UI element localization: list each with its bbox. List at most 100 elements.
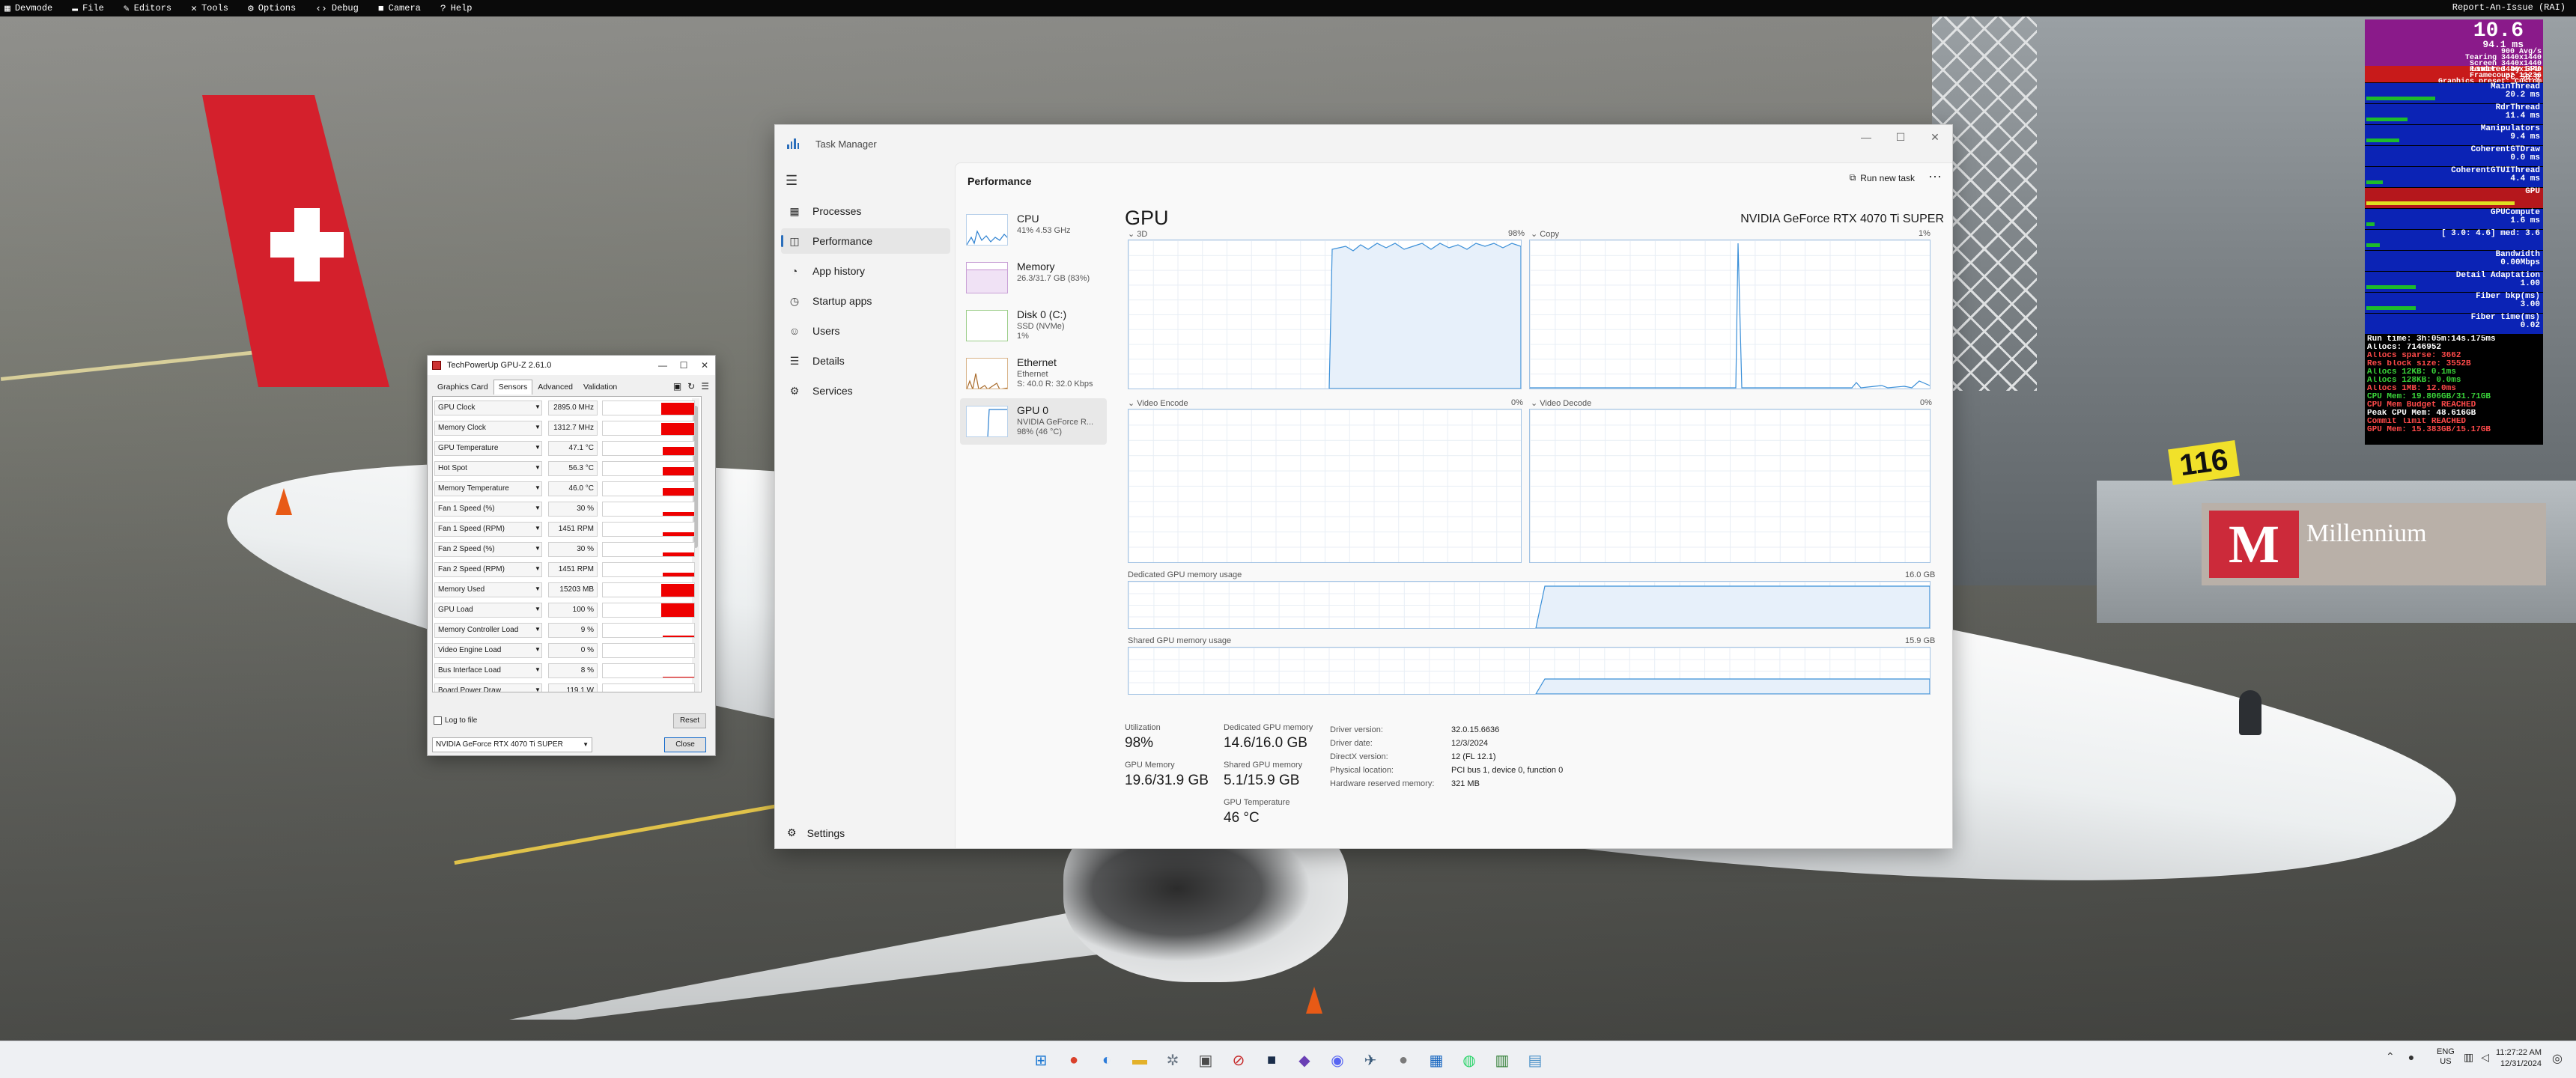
- gpu-select-dropdown[interactable]: NVIDIA GeForce RTX 4070 Ti SUPER ▼: [432, 737, 592, 752]
- sensor-value: 47.1 °C: [548, 441, 598, 456]
- close-button[interactable]: ✕: [1918, 125, 1952, 149]
- chevron-up-icon[interactable]: ⌃: [2386, 1050, 2395, 1063]
- menu-options[interactable]: ⚙ Options: [248, 3, 296, 14]
- gpu-title: GPU: [1125, 207, 1169, 229]
- gpuz-close-action-button[interactable]: Close: [664, 737, 706, 752]
- app-purple-icon[interactable]: ◆: [1292, 1048, 1316, 1072]
- sidebar-item-processes[interactable]: ▦ Processes: [781, 198, 950, 224]
- menu-tools[interactable]: ✕ Tools: [191, 3, 228, 14]
- graph-3d-label[interactable]: ⌄ 3D: [1128, 229, 1147, 239]
- app-icon[interactable]: ▣: [1194, 1048, 1218, 1072]
- task-manager-titlebar[interactable]: Task Manager — ☐ ✕: [775, 125, 1952, 162]
- perf-item-disk[interactable]: Disk 0 (C:) SSD (NVMe) 1%: [960, 302, 1107, 349]
- run-new-task-button[interactable]: ⧉ Run new task: [1850, 172, 1915, 183]
- report-issue-link[interactable]: Report-An-Issue (RAI): [2452, 2, 2566, 13]
- maximize-button[interactable]: ☐: [1883, 125, 1918, 149]
- edge-icon[interactable]: ◐: [1095, 1048, 1119, 1072]
- perf-item-cpu[interactable]: CPU 41% 4.53 GHz: [960, 207, 1107, 253]
- notification-bell-icon[interactable]: ◎: [2552, 1051, 2563, 1066]
- sidebar-item-users[interactable]: ☺ Users: [781, 318, 950, 344]
- sensor-dropdown-icon[interactable]: ▼: [535, 404, 541, 410]
- app-green-icon[interactable]: ▥: [1490, 1048, 1514, 1072]
- sensor-dropdown-icon[interactable]: ▼: [535, 424, 541, 430]
- microphone-icon[interactable]: ●: [2408, 1051, 2414, 1063]
- sensor-graph: [602, 461, 695, 476]
- app-blue-icon[interactable]: ▦: [1424, 1048, 1448, 1072]
- app-gallery-icon[interactable]: ▤: [1523, 1048, 1547, 1072]
- gpuz-minimize-button[interactable]: —: [652, 356, 673, 375]
- gpuz-maximize-button[interactable]: ☐: [673, 356, 694, 375]
- file-explorer-icon[interactable]: ▬: [1128, 1048, 1152, 1072]
- processes-icon: ▦: [789, 204, 800, 217]
- language-indicator[interactable]: ENG US: [2437, 1047, 2455, 1067]
- sensor-dropdown-icon[interactable]: ▼: [535, 545, 541, 552]
- sensor-dropdown-icon[interactable]: ▼: [535, 505, 541, 511]
- hamburger-menu-icon[interactable]: ☰: [786, 173, 798, 189]
- chrome-icon[interactable]: ●: [1062, 1048, 1086, 1072]
- graph-decode-label[interactable]: ⌄ Video Decode: [1531, 398, 1591, 408]
- app-plane-icon[interactable]: ✈: [1358, 1048, 1382, 1072]
- more-options-icon[interactable]: ⋯: [1928, 169, 1942, 185]
- sensor-dropdown-icon[interactable]: ▼: [535, 484, 541, 491]
- perf-item-gpu[interactable]: GPU 0 NVIDIA GeForce R... 98% (46 °C): [960, 398, 1107, 445]
- gpuz-close-button[interactable]: ✕: [694, 356, 715, 375]
- settings-icon[interactable]: ✲: [1161, 1048, 1185, 1072]
- reset-button[interactable]: Reset: [673, 713, 706, 728]
- whatsapp-icon[interactable]: ◍: [1457, 1048, 1481, 1072]
- tab-sensors[interactable]: Sensors: [493, 380, 533, 395]
- menu-camera[interactable]: ■ Camera: [378, 3, 421, 14]
- graph-3d-pct: 98%: [1508, 229, 1525, 238]
- sidebar-item-startup-apps[interactable]: ◷ Startup apps: [781, 288, 950, 314]
- sidebar-item-details[interactable]: ☰ Details: [781, 348, 950, 374]
- info-line: Commit limit REACHED: [2367, 418, 2467, 426]
- menu-devmode[interactable]: ▦ Devmode: [4, 3, 52, 14]
- thread-timings: MainThread 20.2 ms RdrThread 11.4 ms Manipul…: [2365, 82, 2543, 334]
- minimize-button[interactable]: —: [1849, 125, 1883, 149]
- app-grey-icon[interactable]: ●: [1391, 1048, 1415, 1072]
- clock[interactable]: 11:27:22 AM 12/31/2024: [2494, 1047, 2542, 1070]
- sensor-dropdown-icon[interactable]: ▼: [535, 646, 541, 653]
- sensor-dropdown-icon[interactable]: ▼: [535, 606, 541, 612]
- menu-icon[interactable]: ☰: [701, 381, 709, 392]
- sensor-value: 0 %: [548, 643, 598, 658]
- screenshot-icon[interactable]: ▣: [673, 381, 681, 392]
- sensor-graph: [602, 401, 695, 415]
- timing-bar: [2366, 180, 2383, 184]
- log-to-file-checkbox[interactable]: Log to file: [434, 716, 477, 725]
- menu-help[interactable]: ? Help: [440, 3, 473, 14]
- graph-encode-label[interactable]: ⌄ Video Encode: [1128, 398, 1188, 408]
- sensor-dropdown-icon[interactable]: ▼: [535, 686, 541, 692]
- menu-debug[interactable]: ‹› Debug: [315, 3, 359, 14]
- app-dark-icon[interactable]: ■: [1260, 1048, 1284, 1072]
- sidebar-item-services[interactable]: ⚙ Services: [781, 378, 950, 404]
- sensor-graph-fill: [663, 573, 694, 576]
- start-icon[interactable]: ⊞: [1029, 1048, 1053, 1072]
- tray-status[interactable]: ▥ ◁: [2464, 1051, 2489, 1064]
- tab-graphics-card[interactable]: Graphics Card: [432, 380, 493, 395]
- sidebar-item-app-history[interactable]: ◔ App history: [781, 258, 950, 284]
- sidebar-item-performance[interactable]: ◫ Performance: [781, 228, 950, 254]
- sensor-dropdown-icon[interactable]: ▼: [535, 666, 541, 673]
- graph-copy-label[interactable]: ⌄ Copy: [1531, 229, 1559, 239]
- refresh-icon[interactable]: ↻: [687, 381, 695, 392]
- code-icon: ‹›: [315, 2, 327, 14]
- tab-validation[interactable]: Validation: [578, 380, 622, 395]
- perf-item-mem[interactable]: Memory 26.3/31.7 GB (83%): [960, 255, 1107, 301]
- discord-icon[interactable]: ◉: [1325, 1048, 1349, 1072]
- sensor-dropdown-icon[interactable]: ▼: [535, 464, 541, 471]
- app-red-icon[interactable]: ⊘: [1227, 1048, 1251, 1072]
- gear-icon: ⚙: [787, 826, 797, 838]
- gpuz-titlebar[interactable]: TechPowerUp GPU-Z 2.61.0 — ☐ ✕: [428, 356, 715, 375]
- perf-item-eth[interactable]: Ethernet Ethernet S: 40.0 R: 32.0 Kbps: [960, 350, 1107, 397]
- menu-editors[interactable]: ✎ Editors: [124, 3, 171, 14]
- sensor-dropdown-icon[interactable]: ▼: [535, 626, 541, 633]
- settings-nav-item[interactable]: ⚙ Settings: [781, 826, 845, 839]
- sensor-dropdown-icon[interactable]: ▼: [535, 525, 541, 532]
- sensor-dropdown-icon[interactable]: ▼: [535, 565, 541, 572]
- tab-advanced[interactable]: Advanced: [532, 380, 578, 395]
- sensor-dropdown-icon[interactable]: ▼: [535, 585, 541, 592]
- menu-file[interactable]: ▬ File: [72, 3, 104, 14]
- sensor-dropdown-icon[interactable]: ▼: [535, 444, 541, 451]
- sensor-graph-fill: [661, 403, 694, 415]
- sensor-name: Fan 2 Speed (RPM): [434, 562, 542, 577]
